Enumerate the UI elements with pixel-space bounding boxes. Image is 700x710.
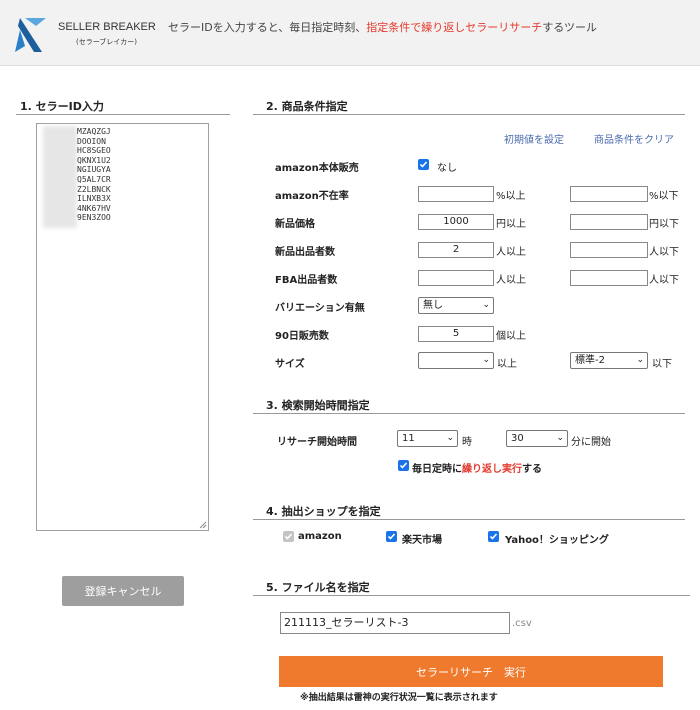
section-divider xyxy=(253,595,690,596)
seller-id-line: Q5AL7CR xyxy=(77,174,111,184)
start-minute-select[interactable]: 30 ⌄ xyxy=(506,430,568,447)
seller-id-line: 9EN3ZOO xyxy=(77,213,111,223)
repeat-daily-label: 毎日定時に繰り返し実行する xyxy=(412,464,542,475)
seller-id-textarea[interactable]: MZAQZGJ DOOION HC8SGEO QKNX1U2 NGIUGYA Q5AL7C… xyxy=(36,123,209,531)
section-filename-title: 5. ファイル名を指定 xyxy=(266,581,370,594)
brand-name: SELLER BREAKER xyxy=(58,21,156,33)
chevron-down-icon: ⌄ xyxy=(446,433,454,443)
new-price-label: 新品価格 xyxy=(275,219,315,230)
new-price-min-input[interactable]: 1000 xyxy=(418,214,494,230)
sales-90-label: 90日販売数 xyxy=(275,331,329,342)
filename-extension: .csv xyxy=(512,618,532,629)
start-time-label: リサーチ開始時間 xyxy=(277,437,357,448)
shop-yahoo-label: Yahoo！ショッピング xyxy=(505,535,609,546)
variation-select[interactable]: 無し ⌄ xyxy=(418,297,494,314)
check-icon xyxy=(489,533,498,540)
section-divider xyxy=(253,519,685,520)
size-label: サイズ xyxy=(275,359,305,370)
start-hour-select[interactable]: 11 ⌄ xyxy=(397,430,458,447)
repeat-daily-checkbox[interactable] xyxy=(398,460,409,471)
new-price-max-unit: 円以下 xyxy=(649,219,679,230)
check-icon xyxy=(399,462,408,469)
clear-conditions-link[interactable]: 商品条件をクリア xyxy=(594,131,674,146)
fba-sellers-min-input[interactable] xyxy=(418,270,494,286)
size-max-unit: 以下 xyxy=(652,359,672,370)
reset-defaults-link[interactable]: 初期値を設定 xyxy=(504,131,564,146)
size-min-unit: 以上 xyxy=(497,359,517,370)
new-sellers-max-unit: 人以下 xyxy=(649,247,679,258)
amazon-absence-min-unit: %以上 xyxy=(496,191,526,202)
amazon-sales-option: なし xyxy=(437,163,457,174)
check-icon xyxy=(387,533,396,540)
section-shops-title: 4. 抽出ショップを指定 xyxy=(266,505,381,518)
seller-id-line: Z2LBNCK xyxy=(77,184,111,194)
shop-yahoo-checkbox[interactable] xyxy=(488,531,499,542)
tagline: セラーIDを入力すると、毎日指定時刻、指定条件で繰り返しセラーリサーチするツール xyxy=(168,21,598,34)
amazon-sales-checkbox[interactable] xyxy=(418,159,429,170)
seller-id-line: QKNX1U2 xyxy=(77,155,111,165)
size-min-select[interactable]: ⌄ xyxy=(418,352,494,369)
new-sellers-max-input[interactable] xyxy=(570,242,648,258)
check-icon xyxy=(284,533,293,540)
brand-subtitle: (セラーブレイカー) xyxy=(76,38,138,46)
amazon-absence-max-input[interactable] xyxy=(570,186,648,202)
section-divider xyxy=(253,114,685,115)
seller-id-line: HC8SGEO xyxy=(77,146,111,156)
redacted-region xyxy=(43,126,77,228)
seller-id-line: MZAQZGJ xyxy=(77,127,111,136)
variation-label: バリエーション有無 xyxy=(275,303,365,314)
run-seller-research-button[interactable]: セラーリサーチ 実行 xyxy=(279,656,663,687)
fba-sellers-min-unit: 人以上 xyxy=(496,275,526,286)
section-conditions-title: 2. 商品条件指定 xyxy=(266,100,348,113)
resize-handle-icon[interactable] xyxy=(199,521,207,529)
check-icon xyxy=(419,161,428,168)
seller-id-line: NGIUGYA xyxy=(77,165,111,175)
sales-90-unit: 個以上 xyxy=(496,331,526,342)
chevron-down-icon: ⌄ xyxy=(482,355,490,365)
chevron-down-icon: ⌄ xyxy=(482,300,490,310)
shop-rakuten-checkbox[interactable] xyxy=(386,531,397,542)
section-start-time-title: 3. 検索開始時間指定 xyxy=(266,399,370,412)
sales-90-input[interactable]: 5 xyxy=(418,326,494,342)
fba-sellers-max-unit: 人以下 xyxy=(649,275,679,286)
minute-unit: 分に開始 xyxy=(571,437,611,448)
fba-sellers-label: FBA出品者数 xyxy=(275,275,338,286)
amazon-sales-label: amazon本体販売 xyxy=(275,163,359,174)
new-sellers-min-input[interactable]: 2 xyxy=(418,242,494,258)
shop-rakuten-label: 楽天市場 xyxy=(402,535,442,546)
seller-breaker-logo xyxy=(15,18,46,52)
section-divider xyxy=(16,114,230,115)
seller-id-list: MZAQZGJ DOOION HC8SGEO QKNX1U2 NGIUGYA Q5AL7C… xyxy=(77,127,111,223)
seller-id-line: DOOION xyxy=(77,136,106,146)
shop-amazon-label: amazon xyxy=(298,531,342,542)
shop-amazon-checkbox xyxy=(283,531,294,542)
chevron-down-icon: ⌄ xyxy=(556,433,564,443)
chevron-down-icon: ⌄ xyxy=(636,355,644,365)
amazon-absence-label: amazon不在率 xyxy=(275,191,349,202)
filename-input[interactable]: 211113_セラーリスト-3 xyxy=(280,612,510,634)
result-note: ※抽出結果は雷神の実行状況一覧に表示されます xyxy=(300,693,498,703)
amazon-absence-max-unit: %以下 xyxy=(649,191,679,202)
amazon-absence-min-input[interactable] xyxy=(418,186,494,202)
section-divider xyxy=(253,413,685,414)
seller-id-line: 4NK67HV xyxy=(77,203,111,213)
new-price-min-unit: 円以上 xyxy=(496,219,526,230)
app-header: SELLER BREAKER (セラーブレイカー) セラーIDを入力すると、毎日… xyxy=(0,0,700,66)
fba-sellers-max-input[interactable] xyxy=(570,270,648,286)
new-sellers-min-unit: 人以上 xyxy=(496,247,526,258)
seller-id-line: ILNXB3X xyxy=(77,194,111,204)
hour-unit: 時 xyxy=(462,437,472,448)
cancel-registration-button[interactable]: 登録キャンセル xyxy=(62,576,184,606)
new-price-max-input[interactable] xyxy=(570,214,648,230)
size-max-select[interactable]: 標準-2 ⌄ xyxy=(570,352,648,369)
new-sellers-label: 新品出品者数 xyxy=(275,247,335,258)
section-seller-id-title: 1. セラーID入力 xyxy=(20,100,104,113)
